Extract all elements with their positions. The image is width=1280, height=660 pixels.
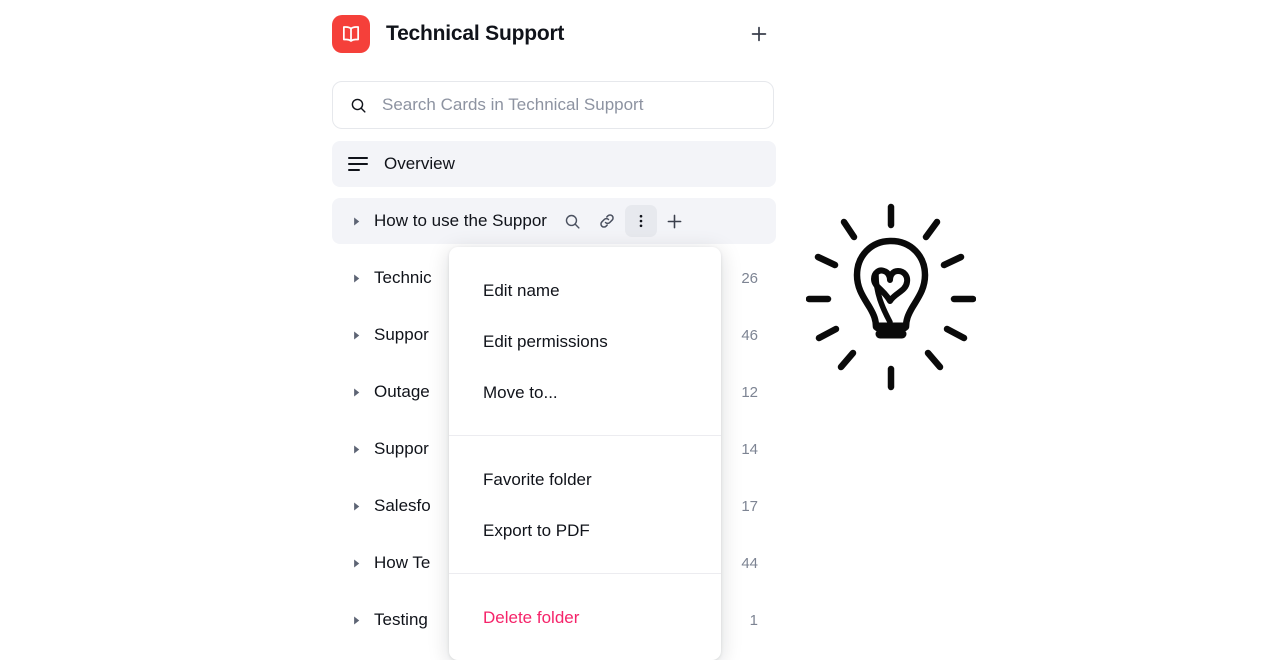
search-icon [347, 94, 369, 116]
row-link-icon[interactable] [591, 205, 623, 237]
item-count: 46 [741, 326, 758, 344]
caret-right-icon[interactable] [348, 213, 364, 229]
menu-item-move-to[interactable]: Move to... [449, 367, 721, 418]
text-lines-icon [348, 156, 368, 172]
menu-item-delete-folder[interactable]: Delete folder [449, 592, 721, 643]
item-count: 12 [741, 383, 758, 401]
plus-icon [751, 26, 767, 42]
caret-right-icon[interactable] [348, 498, 364, 514]
caret-right-icon[interactable] [348, 270, 364, 286]
row-plus-icon[interactable] [659, 205, 691, 237]
folder-context-menu: Edit name Edit permissions Move to... Fa… [449, 247, 721, 660]
lightbulb-heart-doodle-icon [805, 195, 977, 395]
context-menu-group-actions: Favorite folder Export to PDF [449, 435, 721, 573]
item-count: 14 [741, 440, 758, 458]
caret-right-icon[interactable] [348, 384, 364, 400]
caret-right-icon[interactable] [348, 555, 364, 571]
sidebar-item-label: Salesfo [374, 496, 431, 515]
item-count: 17 [741, 497, 758, 515]
search-bar[interactable] [332, 81, 774, 129]
caret-right-icon[interactable] [348, 612, 364, 628]
add-card-button[interactable] [742, 17, 776, 51]
menu-item-edit-permissions[interactable]: Edit permissions [449, 316, 721, 367]
sidebar-item-label: Technic [374, 268, 432, 287]
item-count: 26 [741, 269, 758, 287]
search-input[interactable] [382, 95, 759, 115]
sidebar-item-label: Testing [374, 610, 428, 629]
row-action-group [557, 205, 691, 237]
menu-item-edit-name[interactable]: Edit name [449, 265, 721, 316]
context-menu-group-edit: Edit name Edit permissions Move to... [449, 247, 721, 435]
page-title: Technical Support [386, 22, 565, 45]
item-count: 1 [749, 611, 758, 629]
sidebar-item-label: How to use the Suppor [374, 211, 547, 230]
caret-right-icon[interactable] [348, 327, 364, 343]
context-menu-group-danger: Delete folder [449, 573, 721, 660]
panel-header: Technical Support [332, 12, 776, 56]
sidebar-item-label: How Te [374, 553, 431, 572]
sidebar-item-label: Suppor [374, 325, 429, 344]
sidebar-item-label: Suppor [374, 439, 429, 458]
menu-item-favorite-folder[interactable]: Favorite folder [449, 454, 721, 505]
row-search-icon[interactable] [557, 205, 589, 237]
sidebar-item-overview[interactable]: Overview [332, 141, 776, 187]
menu-item-export-to-pdf[interactable]: Export to PDF [449, 505, 721, 556]
sidebar-item-label: Outage [374, 382, 430, 401]
sidebar-item-how-to-use-the-support[interactable]: How to use the Suppor [332, 198, 776, 244]
sidebar-item-label: Overview [384, 154, 455, 173]
book-icon [332, 15, 370, 53]
item-count: 44 [741, 554, 758, 572]
row-more-vertical-icon[interactable] [624, 205, 657, 237]
caret-right-icon[interactable] [348, 441, 364, 457]
